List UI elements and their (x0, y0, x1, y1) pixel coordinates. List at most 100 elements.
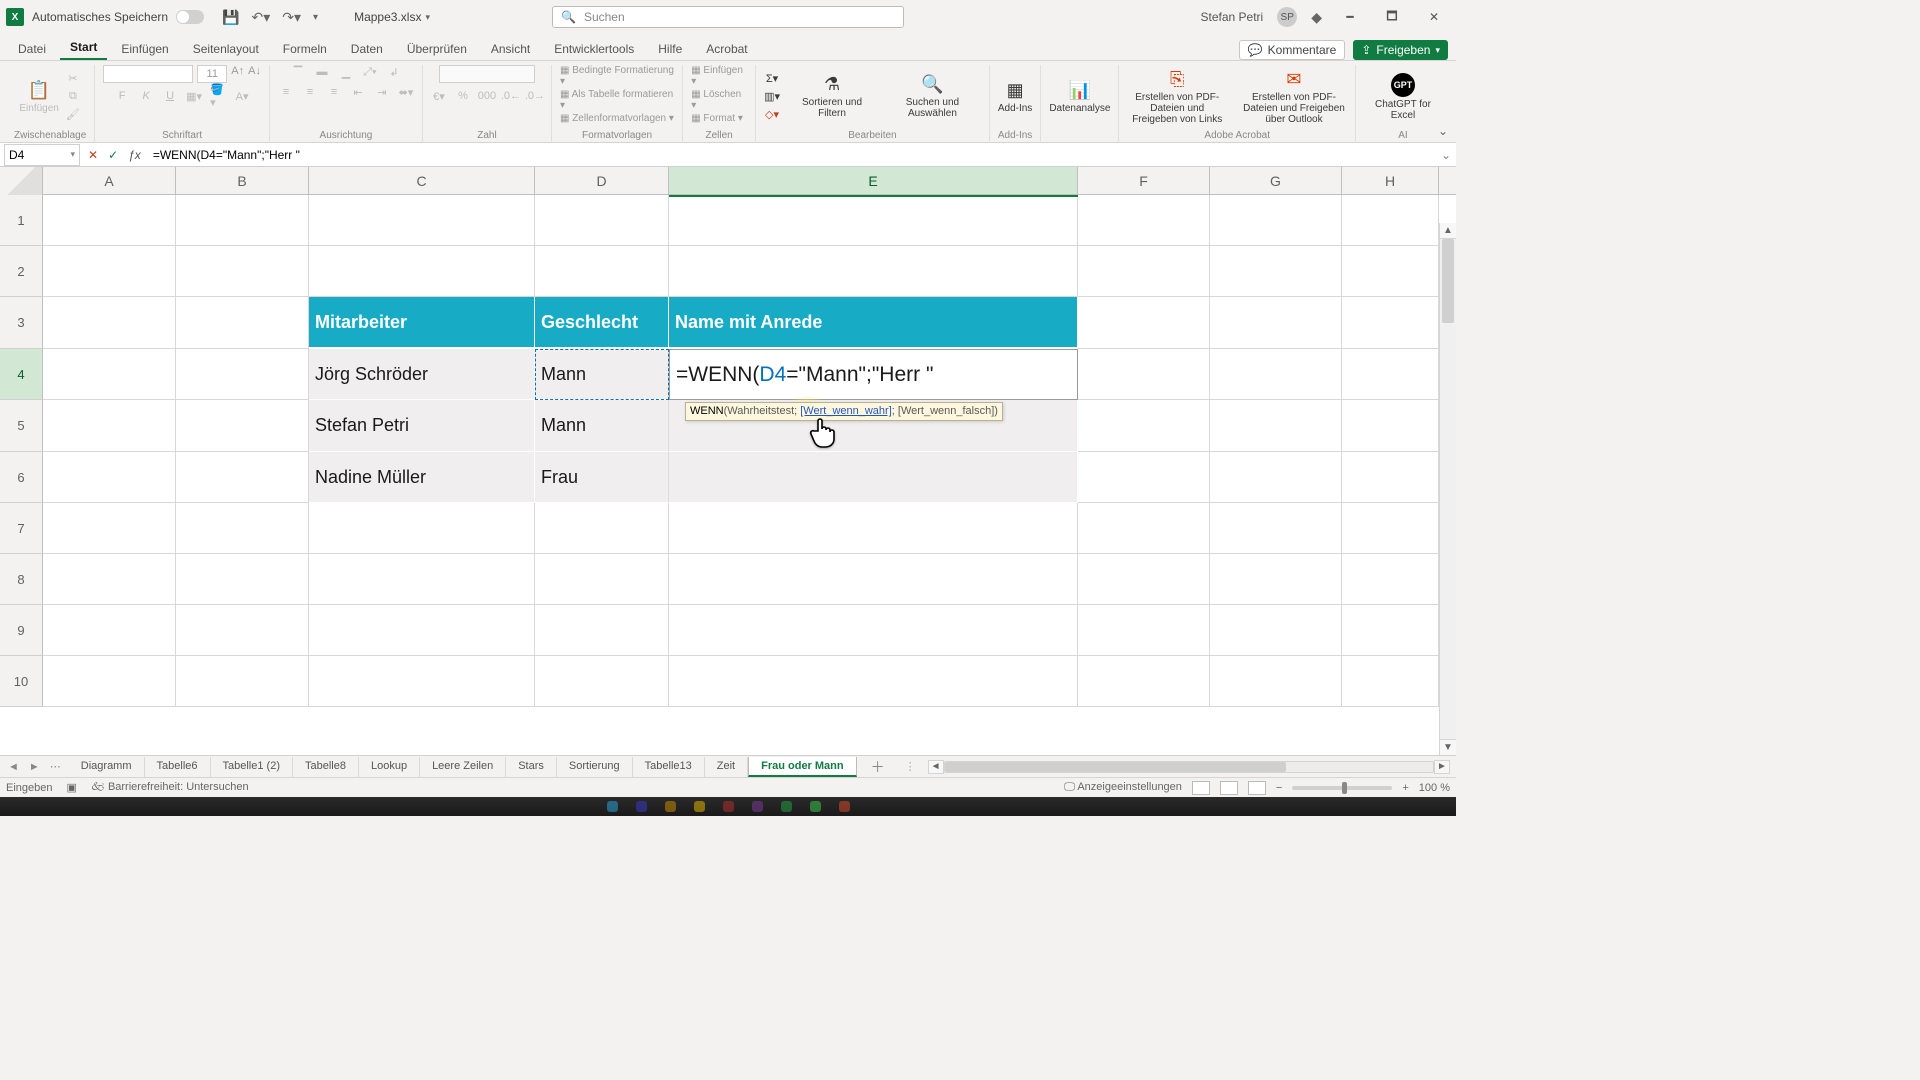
row-header[interactable]: 4 (0, 349, 43, 400)
table-header[interactable]: Mitarbeiter (309, 297, 535, 349)
acrobat-create-share-outlook[interactable]: ✉ Erstellen von PDF-Dateien und Freigebe… (1241, 69, 1347, 125)
borders-icon[interactable]: ▦▾ (186, 89, 202, 103)
cell[interactable] (1078, 349, 1210, 400)
tab-home[interactable]: Start (60, 36, 107, 60)
col-header[interactable]: A (43, 167, 176, 194)
taskbar-app-icon[interactable] (694, 801, 705, 812)
inc-dec-icon[interactable]: .0← (503, 89, 519, 103)
insert-cells-button[interactable]: ▦ Einfügen ▾ (691, 65, 747, 87)
cell[interactable] (309, 554, 535, 605)
as-table-button[interactable]: ▦ Als Tabelle formatieren ▾ (560, 89, 674, 111)
sheet-tab[interactable]: Frau oder Mann (748, 757, 857, 777)
delete-cells-button[interactable]: ▦ Löschen ▾ (691, 89, 747, 111)
clear-icon[interactable]: ◇▾ (764, 108, 780, 122)
font-family-dropdown[interactable] (103, 65, 193, 83)
tab-developer[interactable]: Entwicklertools (544, 38, 644, 60)
cell-styles-button[interactable]: ▦ Zellenformatvorlagen ▾ (560, 113, 674, 124)
grid-body[interactable]: 1 2 3 Mitarbeiter Geschlecht Name mit An… (0, 195, 1456, 755)
row-header[interactable]: 7 (0, 503, 43, 554)
cell[interactable] (176, 246, 309, 297)
cell[interactable] (1342, 503, 1439, 554)
cell[interactable] (535, 554, 669, 605)
table-cell[interactable]: Frau (535, 452, 669, 503)
zoom-out-icon[interactable]: − (1276, 782, 1282, 794)
cell[interactable] (43, 246, 176, 297)
comments-button[interactable]: 💬 Kommentare (1239, 40, 1346, 60)
cell[interactable] (43, 297, 176, 349)
sheet-tab[interactable]: Tabelle8 (293, 757, 359, 777)
cell[interactable] (669, 605, 1078, 656)
cut-icon[interactable]: ✂ (65, 72, 81, 86)
col-header[interactable]: F (1078, 167, 1210, 194)
editing-cell[interactable]: =WENN(D4="Mann";"Herr " (669, 349, 1078, 400)
formula-cancel-icon[interactable]: ✕ (88, 148, 98, 162)
number-format-dropdown[interactable] (439, 65, 535, 83)
tab-view[interactable]: Ansicht (481, 38, 540, 60)
find-select-button[interactable]: 🔍 Suchen und Auswählen (884, 74, 981, 119)
cell[interactable] (1210, 297, 1342, 349)
cell[interactable] (1078, 605, 1210, 656)
hscroll-right-icon[interactable]: ► (1434, 760, 1450, 774)
format-cells-button[interactable]: ▦ Format ▾ (691, 113, 743, 124)
cell[interactable] (176, 195, 309, 246)
dec-dec-icon[interactable]: .0→ (527, 89, 543, 103)
table-header[interactable]: Name mit Anrede (669, 297, 1078, 349)
cell[interactable] (1078, 400, 1210, 452)
font-size-dropdown[interactable]: 11 (197, 65, 227, 83)
cell[interactable] (669, 656, 1078, 707)
add-sheet-button[interactable]: ＋ (857, 757, 899, 777)
tab-review[interactable]: Überprüfen (397, 38, 477, 60)
cell[interactable] (1078, 195, 1210, 246)
sheet-tab[interactable]: Lookup (359, 757, 420, 777)
cell[interactable] (309, 503, 535, 554)
file-name[interactable]: Mappe3.xlsx ▾ (354, 10, 430, 24)
zoom-value[interactable]: 100 % (1419, 782, 1450, 794)
format-painter-icon[interactable]: 🖌 (65, 108, 81, 122)
tab-formulas[interactable]: Formeln (273, 38, 337, 60)
display-settings-button[interactable]: 🖵 Anzeigeeinstellungen (1064, 781, 1182, 794)
worksheet[interactable]: A B C D E F G H 1 2 3 Mitarbeiter (0, 167, 1456, 755)
taskbar-app-icon[interactable] (665, 801, 676, 812)
cell[interactable] (1210, 605, 1342, 656)
cell[interactable] (1342, 349, 1439, 400)
zoom-slider[interactable] (1292, 786, 1392, 790)
cell[interactable] (43, 349, 176, 400)
view-page-break-button[interactable] (1248, 781, 1266, 795)
cell[interactable] (535, 195, 669, 246)
scroll-track[interactable] (1440, 239, 1456, 739)
bold-icon[interactable]: F (114, 89, 130, 103)
sheet-tab[interactable]: Tabelle13 (633, 757, 705, 777)
taskbar-app-icon[interactable] (607, 801, 618, 812)
cell[interactable] (535, 503, 669, 554)
tab-insert[interactable]: Einfügen (111, 38, 178, 60)
cell[interactable] (1342, 452, 1439, 503)
tab-acrobat[interactable]: Acrobat (696, 38, 757, 60)
tab-scroll-left-icon[interactable]: ◄ (8, 761, 19, 773)
copy-icon[interactable]: ⧉ (65, 90, 81, 104)
cell[interactable] (1210, 349, 1342, 400)
merge-icon[interactable]: ⬌▾ (398, 85, 414, 99)
autosave-toggle[interactable]: Automatisches Speichern (32, 10, 204, 24)
hscroll-track[interactable] (944, 761, 1434, 773)
cell[interactable] (1078, 503, 1210, 554)
underline-icon[interactable]: U (162, 89, 178, 103)
chatgpt-button[interactable]: GPT ChatGPT for Excel (1364, 73, 1442, 121)
taskbar-app-icon[interactable] (752, 801, 763, 812)
row-header[interactable]: 8 (0, 554, 43, 605)
cell[interactable] (669, 554, 1078, 605)
cell[interactable] (176, 554, 309, 605)
cell[interactable] (1342, 656, 1439, 707)
cell[interactable] (309, 656, 535, 707)
user-name[interactable]: Stefan Petri (1201, 10, 1264, 24)
tab-data[interactable]: Daten (341, 38, 393, 60)
tab-file[interactable]: Datei (8, 38, 56, 60)
formula-input[interactable]: =WENN(D4="Mann";"Herr " (149, 148, 1436, 162)
cell[interactable] (1210, 554, 1342, 605)
italic-icon[interactable]: K (138, 89, 154, 103)
cell[interactable] (43, 452, 176, 503)
table-cell[interactable]: Jörg Schröder (309, 349, 535, 400)
cell[interactable] (535, 656, 669, 707)
sheet-tab[interactable]: Tabelle1 (2) (211, 757, 293, 777)
cell[interactable] (176, 349, 309, 400)
row-header[interactable]: 10 (0, 656, 43, 707)
